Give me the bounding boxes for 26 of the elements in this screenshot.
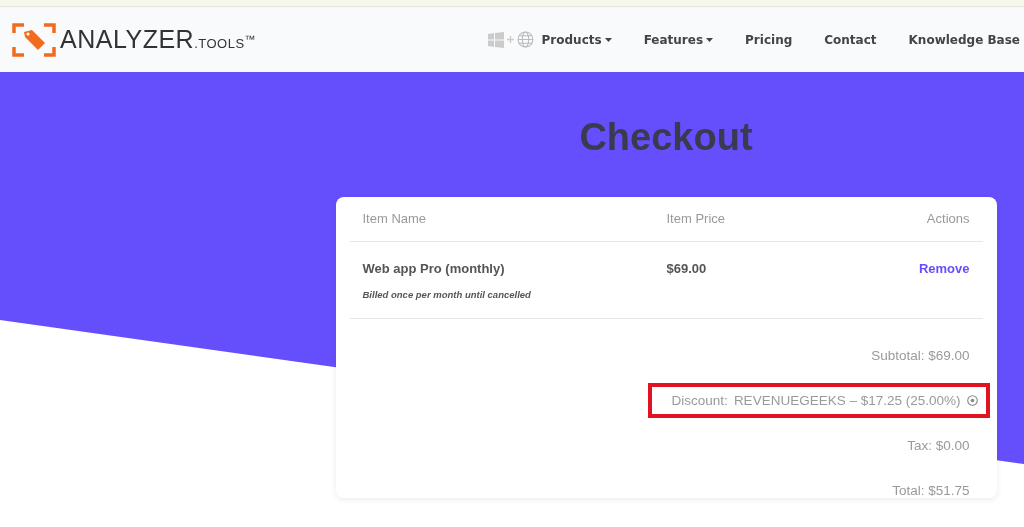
logo-icon xyxy=(12,22,56,57)
nav-link[interactable]: Features xyxy=(643,32,714,47)
nav-link[interactable]: Contact xyxy=(824,32,877,47)
column-header: Actions xyxy=(926,210,970,228)
nav-link[interactable]: Pricing xyxy=(745,32,793,47)
caret-icon xyxy=(604,37,612,42)
discount-label: Discount: xyxy=(671,393,728,408)
column-header: Item Name xyxy=(362,210,428,228)
remove-circle-icon[interactable] xyxy=(966,395,978,406)
logo-text: ANALYZER.TOOLS$^{™}$ xyxy=(60,25,256,54)
item-price: $69.00 xyxy=(666,261,707,276)
billing-note: Billed once per month until cancelled xyxy=(362,289,532,300)
plus-icon xyxy=(506,36,514,43)
discount-text: REVENUEGEEKS – $17.25 (25.00%) xyxy=(733,393,961,408)
nav-link[interactable]: Products xyxy=(541,32,612,47)
page-title: Checkout xyxy=(579,116,753,159)
summary-text: Subtotal: $69.00 xyxy=(871,348,970,363)
globe-icon xyxy=(516,31,534,48)
column-header: Item Price xyxy=(666,210,726,228)
summary-text: Total: $51.75 xyxy=(892,483,970,498)
nav-link[interactable]: Knowledge Base xyxy=(908,32,1020,47)
caret-icon xyxy=(706,37,714,42)
item-name: Web app Pro (monthly) xyxy=(362,261,505,276)
remove-link[interactable]: Remove xyxy=(918,261,970,276)
windows-icon xyxy=(487,31,504,48)
summary-text: Tax: $0.00 xyxy=(907,438,970,453)
